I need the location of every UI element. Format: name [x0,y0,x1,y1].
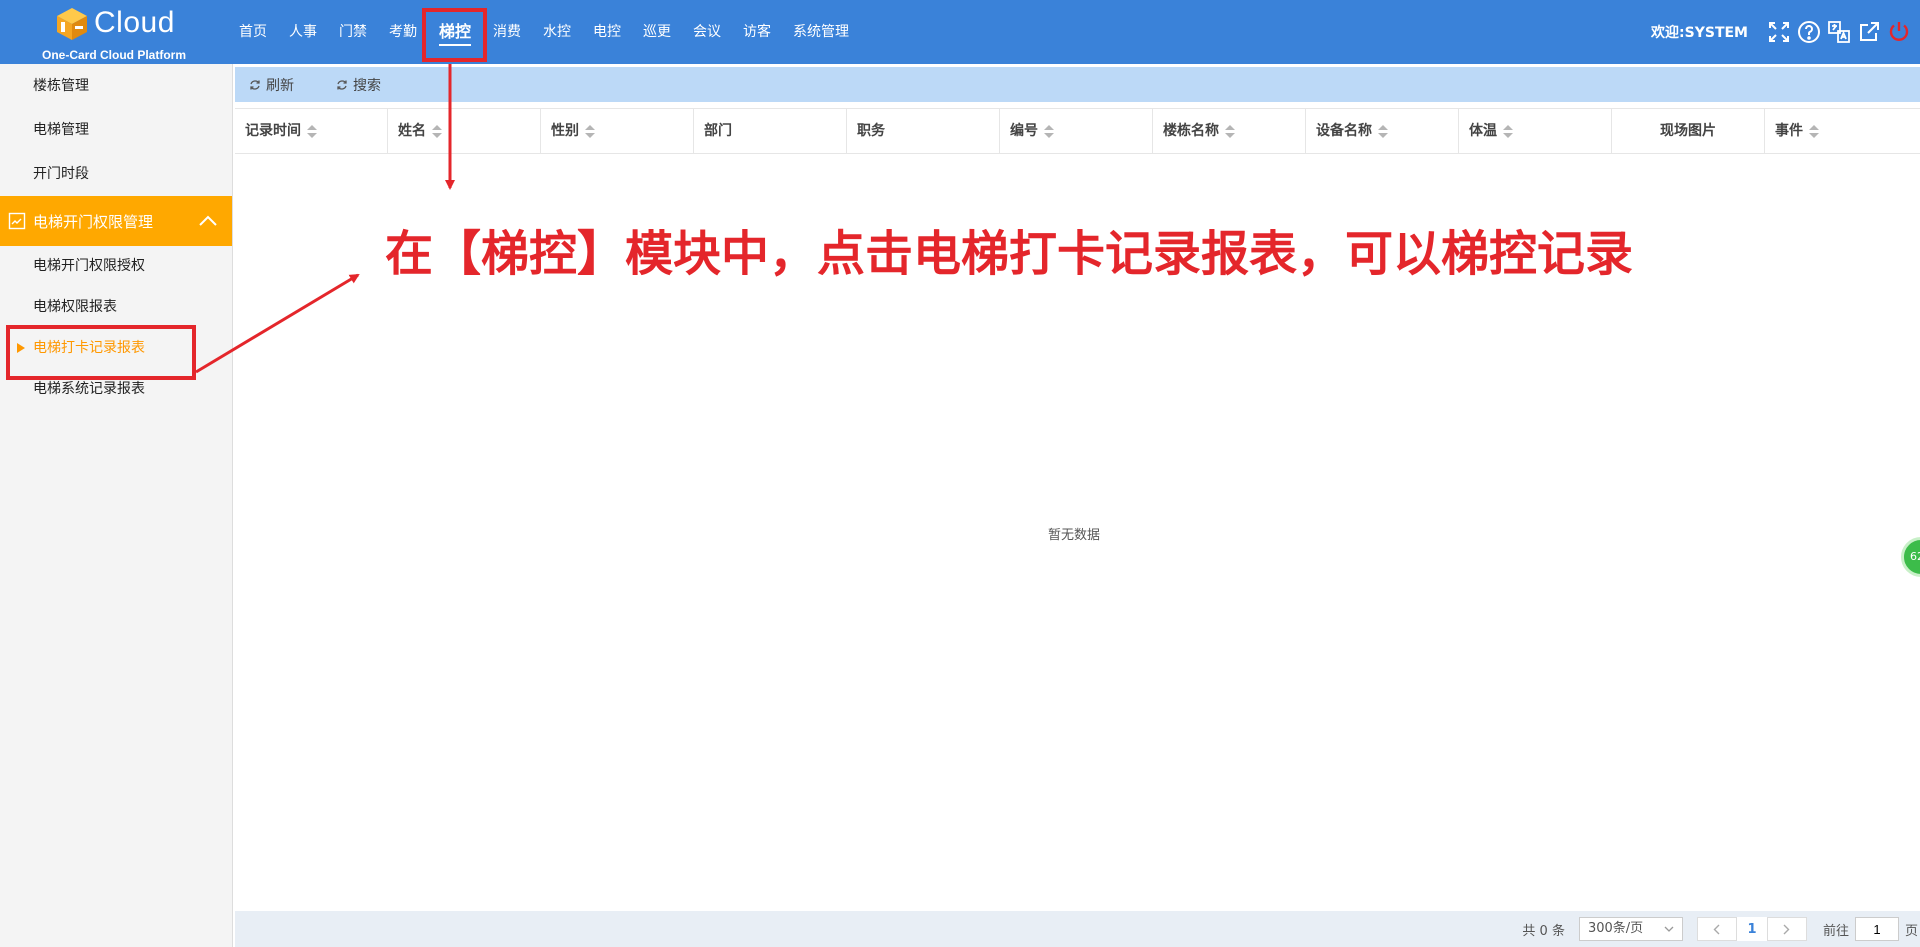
sort-icon[interactable] [1809,124,1819,139]
sidebar-item-door-time-period[interactable]: 开门时段 [0,152,232,196]
nav-system-management[interactable]: 系统管理 [782,0,860,64]
empty-state-text: 暂无数据 [1048,528,1101,543]
chevron-down-icon [1664,926,1674,932]
floating-badge[interactable]: 62 [1901,537,1920,577]
sidebar-item-elevator-management[interactable]: 电梯管理 [0,108,232,152]
page-unit-label: 页 [1904,923,1918,939]
column-label: 记录时间 [245,123,301,139]
column-position: 职务 [847,109,1000,154]
sidebar-group-elevator-permission[interactable]: 电梯开门权限管理 [0,196,232,246]
help-icon[interactable] [1796,19,1822,45]
total-count: 共 0 条 [1522,923,1565,939]
column-label: 楼栋名称 [1163,123,1219,139]
column-department: 部门 [694,109,847,154]
sidebar: 楼栋管理 电梯管理 开门时段 电梯开门权限管理 电梯开门权限授权 电梯权限报表 … [0,64,233,947]
top-bar: Cloud One-Card Cloud Platform 首页 人事 门禁 考… [0,0,1920,64]
pagination-bar: 共 0 条 300条/页 1 前往 页 [235,911,1920,947]
logo-text: Cloud [94,6,175,39]
nav-patrol[interactable]: 巡更 [632,0,682,64]
welcome-text: 欢迎:SYSTEM [1651,25,1748,41]
goto-label: 前往 [1822,923,1849,939]
column-event[interactable]: 事件 [1765,109,1920,154]
nav-highlight-box [422,8,487,62]
column-label: 体温 [1469,123,1497,139]
nav-personnel[interactable]: 人事 [278,0,328,64]
nav-visitor[interactable]: 访客 [732,0,782,64]
page-size-select[interactable]: 300条/页 [1578,917,1683,941]
column-device-name[interactable]: 设备名称 [1306,109,1459,154]
column-record-time[interactable]: 记录时间 [235,109,388,154]
column-scene-photo: 现场图片 [1612,109,1765,154]
chevron-right-icon [1783,924,1790,934]
nav-water-control[interactable]: 水控 [532,0,582,64]
next-page-button[interactable] [1766,917,1807,941]
column-label: 职务 [857,123,885,139]
pager: 1 [1696,917,1807,941]
sort-icon[interactable] [1378,124,1388,139]
sidebar-item-elevator-permission-report[interactable]: 电梯权限报表 [0,287,232,328]
sort-icon[interactable] [585,124,595,139]
translate-icon[interactable] [1826,19,1852,45]
refresh-button[interactable]: 刷新 [249,75,294,95]
column-label: 设备名称 [1316,123,1372,139]
chevron-up-icon [199,215,217,226]
column-label: 事件 [1775,123,1803,139]
report-icon [8,212,26,230]
sidebar-group-label: 电梯开门权限管理 [33,212,154,231]
logo-subtitle: One-Card Cloud Platform [42,48,187,62]
refresh-icon [250,79,260,90]
sort-icon[interactable] [1503,124,1513,139]
nav-meeting[interactable]: 会议 [682,0,732,64]
nav-consumption[interactable]: 消费 [482,0,532,64]
page-size-value: 300条/页 [1587,921,1644,936]
chevron-left-icon [1713,924,1720,934]
sidebar-item-elevator-permission-grant[interactable]: 电梯开门权限授权 [0,246,232,287]
toolbar: 刷新 搜索 [235,67,1920,102]
column-gender[interactable]: 性别 [541,109,694,154]
column-name[interactable]: 姓名 [388,109,541,154]
page-number-current[interactable]: 1 [1736,917,1767,941]
sort-icon[interactable] [307,124,317,139]
sort-icon[interactable] [1225,124,1235,139]
record-table-header: 记录时间 姓名 性别 部门 职务 编号 楼栋名称 设备名称 体温 现场图片 事件 [235,108,1920,154]
power-icon[interactable] [1886,19,1912,45]
sort-icon[interactable] [1044,124,1054,139]
nav-attendance[interactable]: 考勤 [378,0,428,64]
nav-home[interactable]: 首页 [228,0,278,64]
column-label: 姓名 [398,123,426,139]
cube-logo-icon [57,8,87,40]
column-label: 编号 [1010,123,1038,139]
sidebar-highlight-box [6,325,196,380]
external-link-icon[interactable] [1856,19,1882,45]
goto-page-input[interactable] [1854,917,1899,941]
logo[interactable]: Cloud One-Card Cloud Platform [30,4,200,64]
search-button[interactable]: 搜索 [336,75,381,95]
column-label: 部门 [704,123,732,139]
column-label: 现场图片 [1660,123,1716,139]
instruction-annotation: 在【梯控】模块中，点击电梯打卡记录报表，可以梯控记录 [385,226,1634,282]
nav-power-control[interactable]: 电控 [582,0,632,64]
column-building-name[interactable]: 楼栋名称 [1153,109,1306,154]
column-number[interactable]: 编号 [1000,109,1153,154]
sort-icon[interactable] [432,124,442,139]
fullscreen-icon[interactable] [1766,19,1792,45]
header-actions: 欢迎:SYSTEM [1651,0,1920,64]
column-temperature[interactable]: 体温 [1459,109,1612,154]
sidebar-item-building-management[interactable]: 楼栋管理 [0,64,232,108]
refresh-label: 刷新 [266,77,294,94]
nav-access-control[interactable]: 门禁 [328,0,378,64]
search-refresh-icon [337,79,347,90]
column-label: 性别 [551,123,579,139]
search-label: 搜索 [353,77,381,94]
prev-page-button[interactable] [1696,917,1737,941]
main-nav: 首页 人事 门禁 考勤 梯控 消费 水控 电控 巡更 会议 访客 系统管理 [228,0,860,64]
